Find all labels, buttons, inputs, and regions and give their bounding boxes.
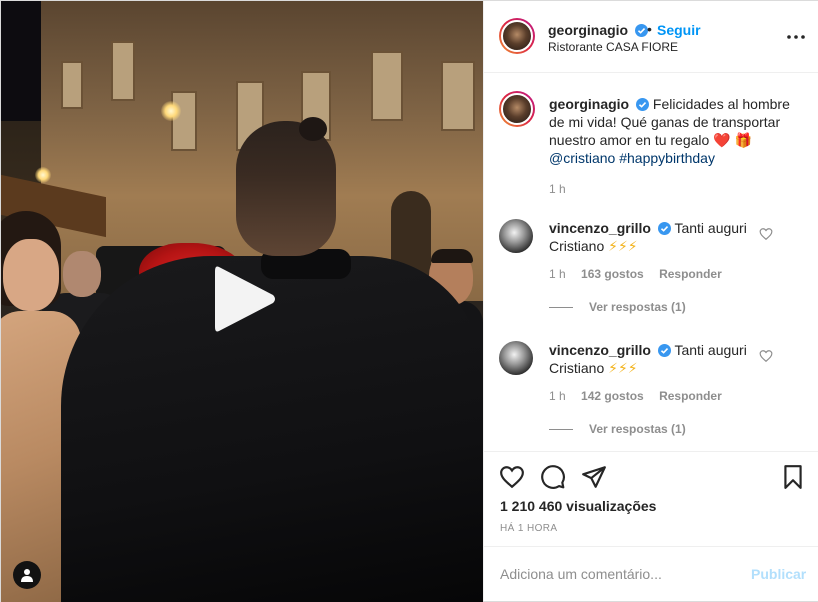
comment-text: vincenzo_grillo Tanti auguri Cristiano ⚡… [549, 219, 769, 255]
more-horizontal-icon[interactable] [784, 27, 808, 47]
author-username[interactable]: georginagio [548, 22, 649, 38]
follow-separator: • [647, 21, 652, 37]
caption-avatar[interactable] [499, 91, 535, 127]
replies-divider [549, 429, 573, 431]
comment-item: vincenzo_grillo Tanti auguri Cristiano ⚡… [499, 341, 809, 451]
post-timestamp[interactable]: HÁ 1 HORA [500, 523, 558, 534]
comment-username[interactable]: vincenzo_grillo [549, 342, 651, 358]
location-link[interactable]: Ristorante CASA FIORE [548, 40, 678, 54]
comment-likes[interactable]: 163 gostos [581, 267, 644, 281]
verified-badge-icon [636, 98, 650, 111]
comment-input[interactable] [500, 564, 730, 584]
publish-button[interactable]: Publicar [751, 566, 806, 582]
replies-divider [549, 307, 573, 309]
post-side-panel: georginagio • Seguir Ristorante CASA FIO… [483, 1, 818, 601]
verified-badge-icon [657, 222, 671, 235]
street-lamp [161, 101, 181, 121]
comment-time[interactable]: 1 h [549, 267, 566, 281]
view-replies-button[interactable]: Ver respostas (1) [549, 300, 686, 314]
comment-time[interactable]: 1 h [549, 389, 566, 403]
caption-text: georginagio Felicidades al hombre de mi … [549, 95, 809, 167]
comment-item: vincenzo_grillo Tanti auguri Cristiano ⚡… [499, 219, 809, 329]
comment-like-icon[interactable] [759, 227, 773, 241]
caption-hashtag[interactable]: #happybirthday [619, 150, 715, 166]
post-header: georginagio • Seguir Ristorante CASA FIO… [484, 1, 818, 73]
author-username-text[interactable]: georginagio [548, 22, 628, 38]
heart-icon[interactable] [499, 464, 525, 490]
street-lamp [35, 167, 51, 183]
view-replies-label[interactable]: Ver respostas (1) [589, 300, 686, 314]
comment-emoji: ⚡⚡⚡ [608, 360, 638, 376]
caption-username[interactable]: georginagio [549, 96, 629, 112]
follow-button[interactable]: Seguir [657, 22, 701, 38]
post-video[interactable] [1, 1, 483, 602]
caption-mention[interactable]: @cristiano [549, 150, 615, 166]
bookmark-icon[interactable] [780, 464, 806, 490]
person-center [61, 117, 483, 602]
comments-list[interactable]: georginagio Felicidades al hombre de mi … [484, 73, 818, 451]
play-icon[interactable] [213, 263, 277, 335]
caption-time[interactable]: 1 h [549, 182, 566, 196]
comment-username[interactable]: vincenzo_grillo [549, 220, 651, 236]
author-avatar[interactable] [499, 18, 535, 54]
comment-avatar[interactable] [499, 341, 533, 375]
views-count[interactable]: 1 210 460 visualizações [500, 498, 656, 514]
reply-button[interactable]: Responder [659, 267, 722, 281]
comment-meta: 1 h 142 gostos Responder [549, 389, 734, 403]
comment-emoji: ⚡⚡⚡ [608, 238, 638, 254]
instagram-post-modal: georginagio • Seguir Ristorante CASA FIO… [0, 0, 818, 602]
comment-text: vincenzo_grillo Tanti auguri Cristiano ⚡… [549, 341, 769, 377]
caption-emoji: ❤️ 🎁 [713, 132, 752, 148]
comment-icon[interactable] [540, 464, 566, 490]
comment-avatar[interactable] [499, 219, 533, 253]
paper-plane-icon[interactable] [581, 464, 607, 490]
post-actions: 1 210 460 visualizações HÁ 1 HORA [484, 451, 818, 546]
comment-like-icon[interactable] [759, 349, 773, 363]
reply-button[interactable]: Responder [659, 389, 722, 403]
comment-meta: 1 h 163 gostos Responder [549, 267, 734, 281]
view-replies-button[interactable]: Ver respostas (1) [549, 422, 686, 436]
comment-likes[interactable]: 142 gostos [581, 389, 644, 403]
add-comment-bar: Publicar [484, 546, 818, 601]
user-tag-icon[interactable] [13, 561, 41, 589]
verified-badge-icon [657, 344, 671, 357]
view-replies-label[interactable]: Ver respostas (1) [589, 422, 686, 436]
